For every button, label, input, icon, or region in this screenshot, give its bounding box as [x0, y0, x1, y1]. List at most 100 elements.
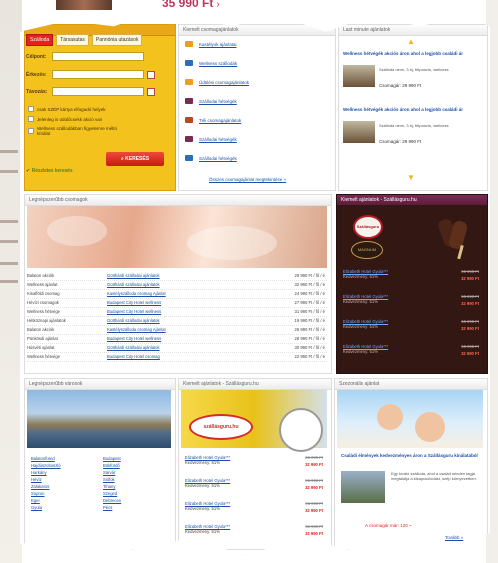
package-link[interactable]: Téli csomagajánlatok [199, 118, 241, 123]
package-link[interactable]: Budapest City Hotel wellness [107, 335, 257, 343]
image-shape [377, 404, 403, 430]
package-icon [185, 60, 193, 66]
option-row: csak SZÉP kártya elfogadó helyek [28, 106, 120, 112]
offer-item[interactable]: Elizabeth Hotel Gyula*** Kedvezmény: 51% 6… [343, 294, 481, 306]
city-link[interactable]: Tihany [103, 483, 173, 490]
link-row[interactable]: Szállodai hétvégék [185, 136, 237, 142]
city-link[interactable]: Sopron [31, 490, 101, 497]
destination-input[interactable] [52, 52, 144, 61]
bg-strip [0, 240, 18, 243]
package-type: Wellness ajánlat [27, 282, 58, 287]
down-arrow-icon[interactable]: ▼ [407, 173, 415, 182]
city-link[interactable]: Siófok [103, 476, 173, 483]
tab-tarsasutas[interactable]: Társasutas [56, 34, 89, 46]
package-link[interactable]: Üdülési csomagajánlatok [199, 80, 249, 85]
link-row[interactable]: Szállodai hétvégék [185, 155, 237, 161]
offer-card[interactable]: Wellness hétvégék akciós áron ahol a leg… [343, 107, 483, 144]
offer-discount: Kedvezmény: 51% [185, 506, 220, 511]
departure-input[interactable] [52, 87, 144, 96]
offer-item[interactable]: Elizabeth Hotel Gyula*** Kedvezmény: 51% 6… [185, 455, 325, 467]
last-minute-box: Last minute ajánlatok ▲ Wellness hétvégé… [338, 24, 488, 191]
city-link[interactable]: Hajdúszoboszló [31, 462, 101, 469]
package-link[interactable]: Szállodai hétvégék [199, 137, 237, 142]
search-button[interactable]: ⌕ KERESÉS [106, 152, 164, 166]
up-arrow-icon[interactable]: ▲ [407, 37, 415, 46]
magnum-logo: MAGNUM [351, 241, 383, 259]
bg-strip [0, 150, 18, 153]
offer-card[interactable]: Wellness hétvégék akciós áron ahol a leg… [343, 51, 483, 88]
offer-item[interactable]: Elizabeth Hotel Gyula*** Kedvezmény: 51% 6… [185, 501, 325, 513]
city-link[interactable]: Balatonfüred [31, 455, 101, 462]
calendar-icon[interactable] [147, 87, 155, 96]
package-type: Wellness hétvége [27, 354, 60, 359]
package-link[interactable]: Budapest City Hotel wellness [107, 299, 257, 307]
city-link[interactable]: Harkány [31, 469, 101, 476]
package-link[interactable]: Wellness szállodák [199, 61, 237, 66]
link-row[interactable]: Téli csomagajánlatok [185, 117, 241, 123]
new-price: 32 990 Ft [305, 485, 323, 490]
offer-item[interactable]: Elizabeth Hotel Gyula*** Kedvezmény: 51% 6… [185, 524, 325, 536]
offer-price: Csomagár: 29 990 Ft [379, 83, 422, 88]
package-link[interactable]: Kastélyszálloda csomag Ajánlat [107, 290, 257, 298]
more-link[interactable]: Tovább » [445, 535, 463, 540]
city-link[interactable]: Eger [31, 497, 101, 504]
arrival-input[interactable] [52, 70, 144, 79]
city-link[interactable]: Pécs [103, 504, 173, 511]
offer-discount: Kedvezmény: 51% [185, 483, 220, 488]
offer-sub: Szálloda neve, 3 éj, félpanzió, wellness [379, 67, 449, 72]
city-link[interactable]: Debrecen [103, 497, 173, 504]
package-link[interactable]: Budapest City Hotel wellness [107, 308, 257, 316]
city-link[interactable]: Hévíz [31, 476, 101, 483]
featured-offers-box: Kiemelt ajánlatok - Szállásguru.hu száll… [178, 378, 332, 550]
link-row[interactable]: Kastélyok ajánlatai [185, 41, 237, 47]
all-packages-link[interactable]: Összes csomagajánlat megtekintése » [209, 177, 286, 182]
package-link[interactable]: Gotthárdi szállodai ajánlatok [107, 344, 257, 352]
package-type: Hévízi csomagok [27, 300, 59, 305]
option-label: csak SZÉP kártya elfogadó helyek [37, 106, 106, 112]
new-price: 32 990 Ft [461, 351, 479, 356]
package-links-box: Kiemelt csomagajánlatok Kastélyok ajánla… [178, 24, 336, 191]
calendar-icon[interactable] [147, 70, 155, 79]
city-link[interactable]: Gyula [31, 504, 101, 511]
brand-logo: szállásguru.hu [189, 414, 253, 440]
link-row[interactable]: Üdülési csomagajánlatok [185, 79, 249, 85]
package-link[interactable]: Gotthárdi szállodai ajánlatok [107, 317, 257, 325]
package-type: Húsvéti ajánlat [27, 345, 55, 350]
option-checkbox[interactable] [28, 128, 34, 134]
image-shape [415, 412, 445, 442]
cities-column: Balatonfüred Hajdúszoboszló Harkány Hévíz Za… [31, 455, 101, 511]
package-link[interactable]: Budapest City Hotel csomag [107, 353, 257, 361]
tab-szalloda[interactable]: Szálloda [26, 34, 54, 46]
package-link[interactable]: Gotthárdi szállodai ajánlatok [107, 272, 257, 280]
option-checkbox[interactable] [28, 106, 34, 112]
cities-column: Budapest Bükfürdő Sárvár Siófok Tihany Szeged… [103, 455, 173, 511]
new-price: 32 990 Ft [305, 462, 323, 467]
offer-item[interactable]: Elizabeth Hotel Gyula*** Kedvezmény: 51% 6… [343, 319, 481, 331]
offer-item[interactable]: Elizabeth Hotel Gyula*** Kedvezmény: 51% 6… [185, 478, 325, 490]
city-link[interactable]: Sárvár [103, 469, 173, 476]
city-link[interactable]: Bükfürdő [103, 462, 173, 469]
advanced-search-link[interactable]: ✔ Részletes keresés [26, 168, 72, 174]
old-price: 66 990 Ft [305, 478, 323, 483]
package-link[interactable]: Gotthárdi szállodai ajánlatok [107, 281, 257, 289]
jeges-header: Kiemelt ajánlatok - Szállásguru.hu [179, 379, 331, 390]
link-row[interactable]: Wellness szállodák [185, 60, 237, 66]
old-price: 66 990 Ft [461, 344, 479, 349]
package-link[interactable]: Kastélyok ajánlatai [199, 42, 237, 47]
link-row[interactable]: Szállodai hétvégék [185, 98, 237, 104]
package-link[interactable]: Kastélyszálloda csomag Ajánlat [107, 326, 257, 334]
option-checkbox[interactable] [28, 116, 34, 122]
hotel-image [343, 65, 375, 87]
promo-title[interactable]: Családi élmények kedvezményes áron a Szá… [341, 453, 481, 459]
package-price: 28 990 Ft / fő / é [294, 336, 326, 341]
offer-item[interactable]: Elizabeth Hotel Gyula*** Kedvezmény: 51% 6… [343, 344, 481, 356]
ice-cream-offers-box: Kiemelt ajánlatok - Szállásguru.hu Száll… [336, 194, 488, 374]
package-link[interactable]: Szállodai hétvégék [199, 99, 237, 104]
city-link[interactable]: Budapest [103, 455, 173, 462]
package-link[interactable]: Szállodai hétvégék [199, 156, 237, 161]
package-icon [185, 155, 193, 161]
city-link[interactable]: Szeged [103, 490, 173, 497]
city-link[interactable]: Zalakaros [31, 483, 101, 490]
offer-item[interactable]: Elizabeth Hotel Gyula*** Kedvezmény: 51% 6… [343, 269, 481, 281]
tab-pannonia[interactable]: Pannónia utazások [91, 34, 143, 46]
